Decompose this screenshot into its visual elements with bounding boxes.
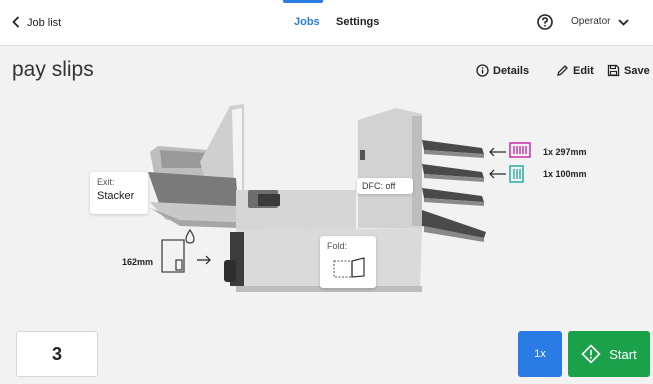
- save-icon: [607, 64, 620, 77]
- document-stack-icon-teal: [509, 165, 524, 183]
- fold-label: Fold:: [327, 241, 348, 251]
- job-list-back-button[interactable]: Job list: [12, 14, 61, 32]
- pencil-icon: [557, 65, 568, 76]
- multiplier-button[interactable]: 1x: [518, 331, 562, 377]
- tab-jobs[interactable]: Jobs: [294, 16, 320, 28]
- active-tab-indicator: [283, 0, 323, 3]
- feeder-2-label: 1x 100mm: [543, 169, 587, 179]
- fold-info: Fold:: [320, 236, 376, 288]
- operator-label: Operator: [571, 16, 611, 27]
- document-stack-icon-magenta: [509, 142, 531, 158]
- exit-value: Stacker: [97, 190, 135, 202]
- save-label: Save: [624, 64, 650, 77]
- details-button[interactable]: Details: [476, 64, 529, 77]
- dfc-status: DFC: off: [357, 178, 413, 194]
- tab-settings[interactable]: Settings: [336, 16, 379, 28]
- exit-info: Exit: Stacker: [90, 172, 148, 214]
- envelope-drop-icon: [161, 228, 195, 273]
- back-label: Job list: [27, 17, 62, 29]
- help-icon[interactable]: [536, 13, 554, 31]
- start-diamond-icon: [581, 344, 601, 364]
- edit-label: Edit: [573, 64, 594, 77]
- operator-menu[interactable]: Operator: [571, 16, 630, 27]
- envelope-length: 162mm: [122, 257, 154, 267]
- chevron-down-icon: [618, 18, 630, 26]
- start-label: Start: [609, 346, 637, 362]
- arrow-right-icon: [197, 255, 211, 265]
- info-icon: [476, 64, 489, 77]
- top-bar: Job list Jobs Settings Operator: [0, 0, 653, 46]
- job-counter[interactable]: 3: [16, 331, 98, 377]
- edit-button[interactable]: Edit: [556, 64, 594, 77]
- save-button[interactable]: Save: [607, 64, 650, 77]
- machine-diagram: Exit: Stacker DFC: off Fold: 1x 297mm 1x…: [0, 90, 653, 310]
- fold-icon: [333, 257, 365, 278]
- chevron-left-icon: [12, 16, 20, 30]
- page-title: pay slips: [12, 58, 94, 81]
- feeder-1-label: 1x 297mm: [543, 147, 587, 157]
- details-label: Details: [493, 64, 530, 77]
- exit-label: Exit:: [97, 177, 115, 187]
- start-button[interactable]: Start: [568, 331, 650, 377]
